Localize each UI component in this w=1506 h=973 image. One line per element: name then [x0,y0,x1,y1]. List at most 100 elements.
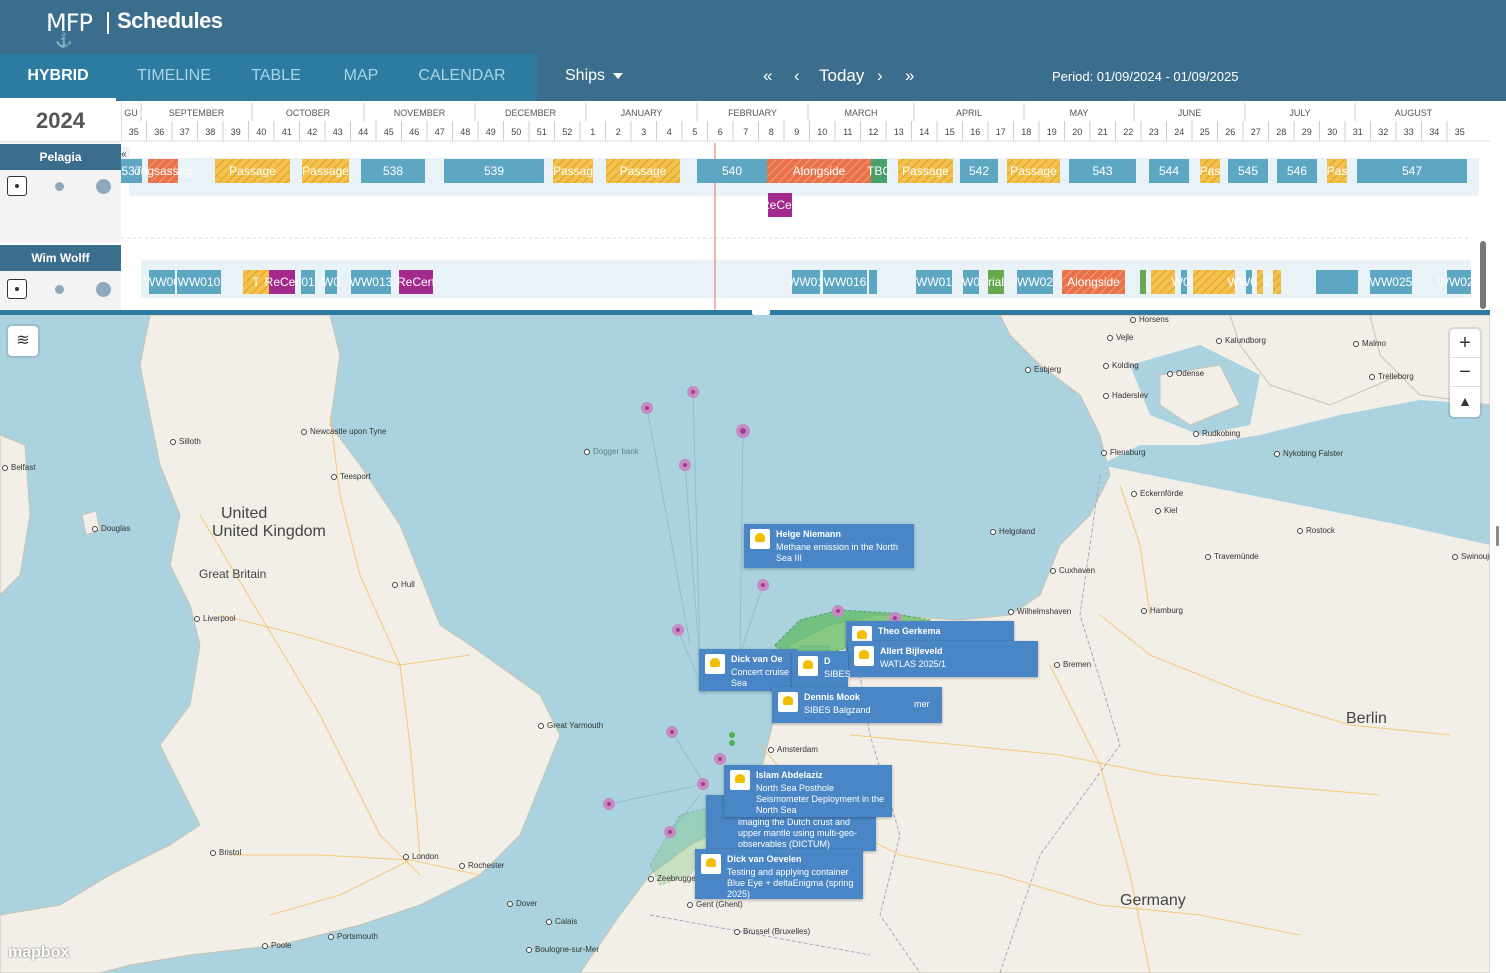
popup-desc: Testing and applying container Blue Eye … [727,867,854,899]
prev-icon[interactable]: ‹ [794,66,800,86]
cruise-popup[interactable]: Allert Bijleveld WATLAS 2025/1 [848,641,1038,677]
zoom-slider-pelagia[interactable] [7,174,114,198]
slider-handle[interactable] [7,176,27,196]
city-label: Cuxhaven [1050,566,1095,575]
wim-wolff-event-trial[interactable] [1140,270,1146,294]
wim-wolff-event-label: 01 [301,275,315,289]
ships-dropdown[interactable]: Ships [565,67,624,85]
nioz-logo-icon [854,646,874,666]
week-label: 42 [307,127,317,137]
popup-name: Dennis Mook [804,692,861,702]
today-button[interactable]: Today [819,66,864,86]
ship-label-wim-wolff[interactable]: Wim Wolff [0,245,121,271]
zoom-control: + − ▲ [1450,329,1480,417]
month-label: GU [124,108,138,118]
tab-table[interactable]: TABLE [236,54,316,101]
city-label: Amsterdam [768,745,818,754]
wim-wolff-event-label: ReCert [397,275,436,289]
popup-desc: SIBES [824,669,851,679]
week-label: 32 [1378,127,1388,137]
city-label: Gent (Ghent) [687,900,743,909]
pelagia-event-label: ReCert [761,198,800,212]
week-label: 15 [945,127,955,137]
ship-label-pelagia[interactable]: Pelagia [0,144,121,170]
side-panel-handle[interactable] [1496,526,1499,546]
city-label: Bremen [1054,660,1091,669]
caret-down-icon [613,72,624,79]
week-label: 17 [996,127,1006,137]
last-page-icon[interactable]: » [905,66,914,86]
next-icon[interactable]: › [877,66,883,86]
compass-icon[interactable]: ▲ [1450,387,1480,416]
week-label: 47 [435,127,445,137]
cruise-popup[interactable]: Helge Niemann Methane emission in the No… [744,524,914,568]
city-label: Newcastle upon Tyne [301,427,386,436]
label-united-kingdom: United Kingdom [212,523,326,540]
week-label: 46 [409,127,419,137]
week-label: 51 [537,127,547,137]
cruise-popup[interactable]: Dick van Oevelen Testing and applying co… [695,849,863,899]
city-label: Dover [507,899,537,908]
pelagia-event-label: 546 [1287,164,1307,178]
city-label: Liverpool [194,614,235,623]
week-label: 35 [129,127,139,137]
cruise-popup[interactable]: Islam Abdelaziz North Sea Posthole Seism… [724,765,892,817]
zoom-slider-wim-wolff[interactable] [7,277,114,301]
week-label: 48 [460,127,470,137]
city-label: Horsens [1130,315,1169,324]
city-label: Hull [392,580,415,589]
month-label: JUNE [1178,108,1202,118]
week-label: 49 [486,127,496,137]
slider-dot [96,179,111,194]
year-label: 2024 [0,101,121,141]
tab-hybrid[interactable]: HYBRID [0,54,116,101]
popup-name: Islam Abdelaziz [756,770,823,780]
zoom-in-button[interactable]: + [1450,329,1480,358]
cruise-popup[interactable]: Dennis Mook SIBES Balgzand mer [772,687,942,723]
pelagia-event-label: Pas [1327,164,1348,178]
nioz-logo-icon [798,656,818,676]
green-marker [729,740,735,746]
city-label: Boulogne-sur-Mer [526,945,599,954]
wim-wolff-event-label: WW00 [144,275,180,289]
wim-wolff-event-cruise[interactable] [1316,270,1358,294]
map-view[interactable]: United United Kingdom Great Britain Germ… [0,315,1490,973]
label-germany: Germany [1120,892,1186,909]
week-label: 25 [1200,127,1210,137]
first-page-icon[interactable]: « [763,66,772,86]
wim-wolff-event-label: Alongside [1067,275,1120,289]
tab-calendar[interactable]: CALENDAR [406,54,518,101]
wim-wolff-event-cruise[interactable] [869,270,877,294]
city-label: Poole [262,941,291,950]
ship-panel-pelagia [0,170,121,242]
slider-handle[interactable] [7,279,27,299]
wim-wolff-event-label: ReCer [265,275,300,289]
cruise-popup[interactable]: Dick van Oe Concert cruise Sea [699,649,797,691]
week-label: 50 [511,127,521,137]
week-label: 19 [1047,127,1057,137]
land-ireland [0,434,31,596]
wim-wolff-event-label: WW026 [1438,275,1481,289]
week-label: 11 [843,127,852,137]
zoom-out-button[interactable]: − [1450,358,1480,387]
city-label: Douglas [92,524,130,533]
mapbox-logo[interactable]: mapbox [8,944,69,962]
city-label: Belfast [2,463,35,472]
tab-timeline[interactable]: TIMELINE [124,54,224,101]
layers-icon[interactable]: ≋ [8,326,38,356]
app-title: Schedules [117,8,223,33]
wim-wolff-event-passage[interactable] [1257,270,1263,294]
city-label: Calais [546,917,577,926]
wim-wolff-event-label: T [252,275,260,289]
city-label: Odense [1167,369,1204,378]
city-label: Great Yarmouth [538,721,603,730]
label-united-kingdom-1: United [221,505,268,522]
wim-wolff-event-passage[interactable] [1273,270,1281,294]
cruise-popup[interactable]: D SIBES [792,651,851,687]
tab-map[interactable]: MAP [328,54,394,101]
logo-divider [107,12,109,34]
week-label: 2 [616,127,621,137]
month-label: OCTOBER [286,108,331,118]
timeline-scrollbar[interactable] [1480,241,1486,309]
week-label: 14 [919,127,929,137]
